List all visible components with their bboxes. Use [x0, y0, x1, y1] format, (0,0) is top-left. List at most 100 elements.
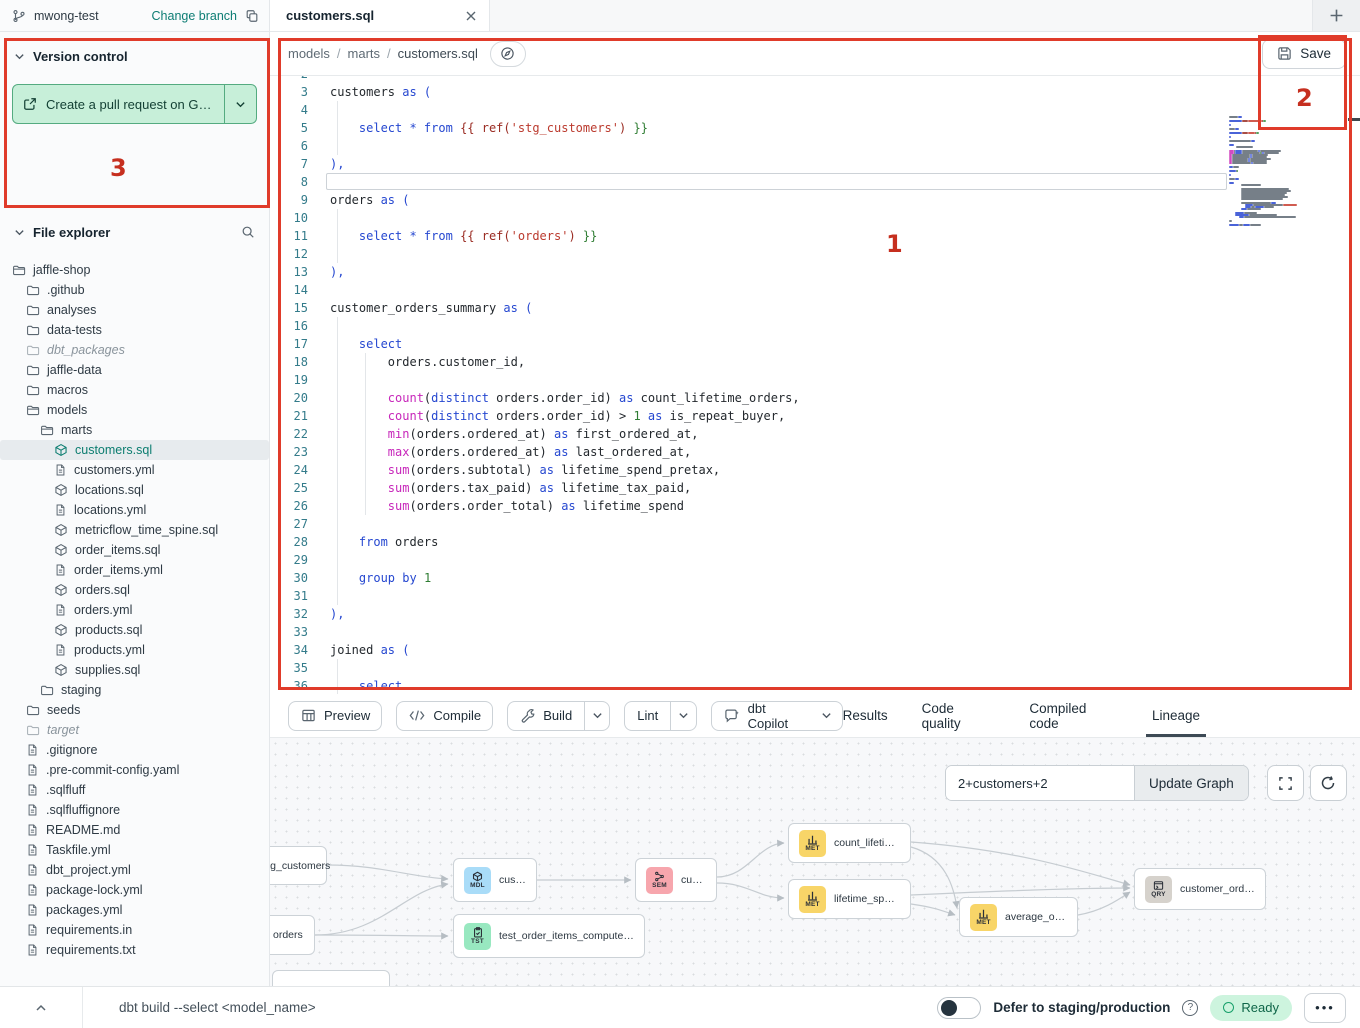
tab-results[interactable]: Results — [843, 694, 888, 737]
tree-item--sqlfluffignore[interactable]: .sqlfluffignore — [0, 800, 269, 820]
code-line-15[interactable]: 15customer_orders_summary as ( — [270, 299, 1360, 317]
lineage-node-customers[interactable]: MDLcustomers — [453, 858, 537, 902]
lineage-canvas[interactable]: stg_customersorders MDLcustomers TSTtest_o… — [270, 738, 1360, 986]
dropdown-caret[interactable] — [584, 702, 609, 730]
lint-button[interactable]: Lint — [624, 701, 696, 731]
tab-code-quality[interactable]: Code quality — [922, 694, 996, 737]
code-line-5[interactable]: 5 select * from {{ ref('stg_customers') … — [270, 119, 1360, 137]
tree-item-readme-md[interactable]: README.md — [0, 820, 269, 840]
breadcrumb-models[interactable]: models — [288, 46, 330, 61]
tree-item--github[interactable]: .github — [0, 280, 269, 300]
create-pull-request-main[interactable]: Create a pull request on Git… — [13, 85, 224, 123]
fullscreen-button[interactable] — [1267, 765, 1304, 801]
code-line-4[interactable]: 4 — [270, 101, 1360, 119]
lineage-node-test-order-items-compute-to-bools-[interactable]: TSTtest_order_items_compute_to_bools... — [453, 914, 645, 958]
lineage-node-partial[interactable] — [272, 970, 390, 986]
button-main[interactable]: dbt Copilot — [712, 702, 821, 730]
tree-item-dbt-project-yml[interactable]: dbt_project.yml — [0, 860, 269, 880]
tree-item-requirements-txt[interactable]: requirements.txt — [0, 940, 269, 960]
code-line-20[interactable]: 20 count(distinct orders.order_id) as co… — [270, 389, 1360, 407]
file-explorer-header[interactable]: File explorer — [0, 220, 269, 244]
build-button[interactable]: Build — [507, 701, 610, 731]
tree-item--pre-commit-config-yaml[interactable]: .pre-commit-config.yaml — [0, 760, 269, 780]
code-line-6[interactable]: 6 — [270, 137, 1360, 155]
tree-item-order-items-yml[interactable]: order_items.yml — [0, 560, 269, 580]
tree-item--sqlfluff[interactable]: .sqlfluff — [0, 780, 269, 800]
tree-item-locations-sql[interactable]: locations.sql — [0, 480, 269, 500]
tree-item-seeds[interactable]: seeds — [0, 700, 269, 720]
tree-item-supplies-sql[interactable]: supplies.sql — [0, 660, 269, 680]
button-main[interactable]: Preview — [289, 702, 382, 730]
lineage-node-customer-order-metrics[interactable]: QRYcustomer_order_metrics — [1134, 868, 1266, 910]
code-line-33[interactable]: 33 — [270, 623, 1360, 641]
tree-item-target[interactable]: target — [0, 720, 269, 740]
code-line-32[interactable]: 32), — [270, 605, 1360, 623]
tree-item-orders-yml[interactable]: orders.yml — [0, 600, 269, 620]
pr-dropdown-caret[interactable] — [224, 85, 256, 123]
code-line-17[interactable]: 17 select — [270, 335, 1360, 353]
lineage-node-stg-customers[interactable]: stg_customers — [270, 846, 327, 885]
tree-item-staging[interactable]: staging — [0, 680, 269, 700]
lineage-node-lifetime-spend-pretax[interactable]: METlifetime_spend_pretax — [788, 879, 911, 919]
tree-item-customers-sql[interactable]: customers.sql — [0, 440, 269, 460]
code-line-29[interactable]: 29 — [270, 551, 1360, 569]
code-line-21[interactable]: 21 count(distinct orders.order_id) > 1 a… — [270, 407, 1360, 425]
code-line-7[interactable]: 7), — [270, 155, 1360, 173]
code-line-8[interactable]: 8 — [270, 173, 1360, 191]
code-line-30[interactable]: 30 group by 1 — [270, 569, 1360, 587]
tab-compiled-code[interactable]: Compiled code — [1029, 694, 1118, 737]
code-line-28[interactable]: 28 from orders — [270, 533, 1360, 551]
tree-item-jaffle-shop[interactable]: jaffle-shop — [0, 260, 269, 280]
tree-item--gitignore[interactable]: .gitignore — [0, 740, 269, 760]
lineage-node-customers[interactable]: SEMcustomers — [635, 858, 717, 902]
code-area[interactable]: 23customers as (45 select * from {{ ref(… — [270, 76, 1360, 694]
code-line-24[interactable]: 24 sum(orders.subtotal) as lifetime_spen… — [270, 461, 1360, 479]
copilot-compass-button[interactable] — [490, 41, 526, 67]
tree-item-order-items-sql[interactable]: order_items.sql — [0, 540, 269, 560]
code-line-3[interactable]: 3customers as ( — [270, 83, 1360, 101]
code-line-34[interactable]: 34joined as ( — [270, 641, 1360, 659]
command-input[interactable]: dbt build --select <model_name> — [83, 1000, 937, 1015]
lineage-node-count-lifetime-orders[interactable]: METcount_lifetime_orders — [788, 823, 911, 863]
code-line-31[interactable]: 31 — [270, 587, 1360, 605]
tree-item-jaffle-data[interactable]: jaffle-data — [0, 360, 269, 380]
preview-button[interactable]: Preview — [288, 701, 382, 731]
tab-customers-sql[interactable]: customers.sql — [270, 0, 490, 31]
update-graph-button[interactable]: Update Graph — [1134, 766, 1248, 800]
scrollbar-marker[interactable] — [1348, 118, 1360, 121]
tree-item-products-yml[interactable]: products.yml — [0, 640, 269, 660]
code-line-14[interactable]: 14 — [270, 281, 1360, 299]
code-line-36[interactable]: 36 select — [270, 677, 1360, 694]
tree-item-taskfile-yml[interactable]: Taskfile.yml — [0, 840, 269, 860]
close-icon[interactable] — [465, 10, 477, 22]
minimap[interactable] — [1229, 114, 1321, 240]
new-tab-button[interactable] — [1312, 0, 1360, 31]
code-line-22[interactable]: 22 min(orders.ordered_at) as first_order… — [270, 425, 1360, 443]
compile-button[interactable]: Compile — [396, 701, 493, 731]
chevron-up-icon[interactable] — [0, 1002, 82, 1014]
dbt-copilot-button[interactable]: dbt Copilot — [711, 701, 843, 731]
tree-item-marts[interactable]: marts — [0, 420, 269, 440]
code-line-11[interactable]: 11 select * from {{ ref('orders') }} — [270, 227, 1360, 245]
code-line-19[interactable]: 19 — [270, 371, 1360, 389]
copy-icon[interactable] — [245, 9, 259, 23]
lineage-node-orders[interactable]: orders — [270, 915, 315, 955]
code-line-13[interactable]: 13), — [270, 263, 1360, 281]
code-line-16[interactable]: 16 — [270, 317, 1360, 335]
tree-item-orders-sql[interactable]: orders.sql — [0, 580, 269, 600]
tree-item-models[interactable]: models — [0, 400, 269, 420]
search-icon[interactable] — [241, 225, 255, 239]
code-line-26[interactable]: 26 sum(orders.order_total) as lifetime_s… — [270, 497, 1360, 515]
tree-item-macros[interactable]: macros — [0, 380, 269, 400]
lineage-filter-input[interactable] — [946, 766, 1134, 800]
tree-item-locations-yml[interactable]: locations.yml — [0, 500, 269, 520]
version-control-header[interactable]: Version control — [0, 44, 269, 68]
change-branch-link[interactable]: Change branch — [152, 9, 237, 23]
tree-item-data-tests[interactable]: data-tests — [0, 320, 269, 340]
breadcrumb-marts[interactable]: marts — [348, 46, 381, 61]
dropdown-caret[interactable] — [821, 702, 842, 730]
save-button[interactable]: Save — [1262, 39, 1346, 69]
tree-item-customers-yml[interactable]: customers.yml — [0, 460, 269, 480]
code-line-9[interactable]: 9orders as ( — [270, 191, 1360, 209]
button-main[interactable]: Compile — [397, 702, 493, 730]
